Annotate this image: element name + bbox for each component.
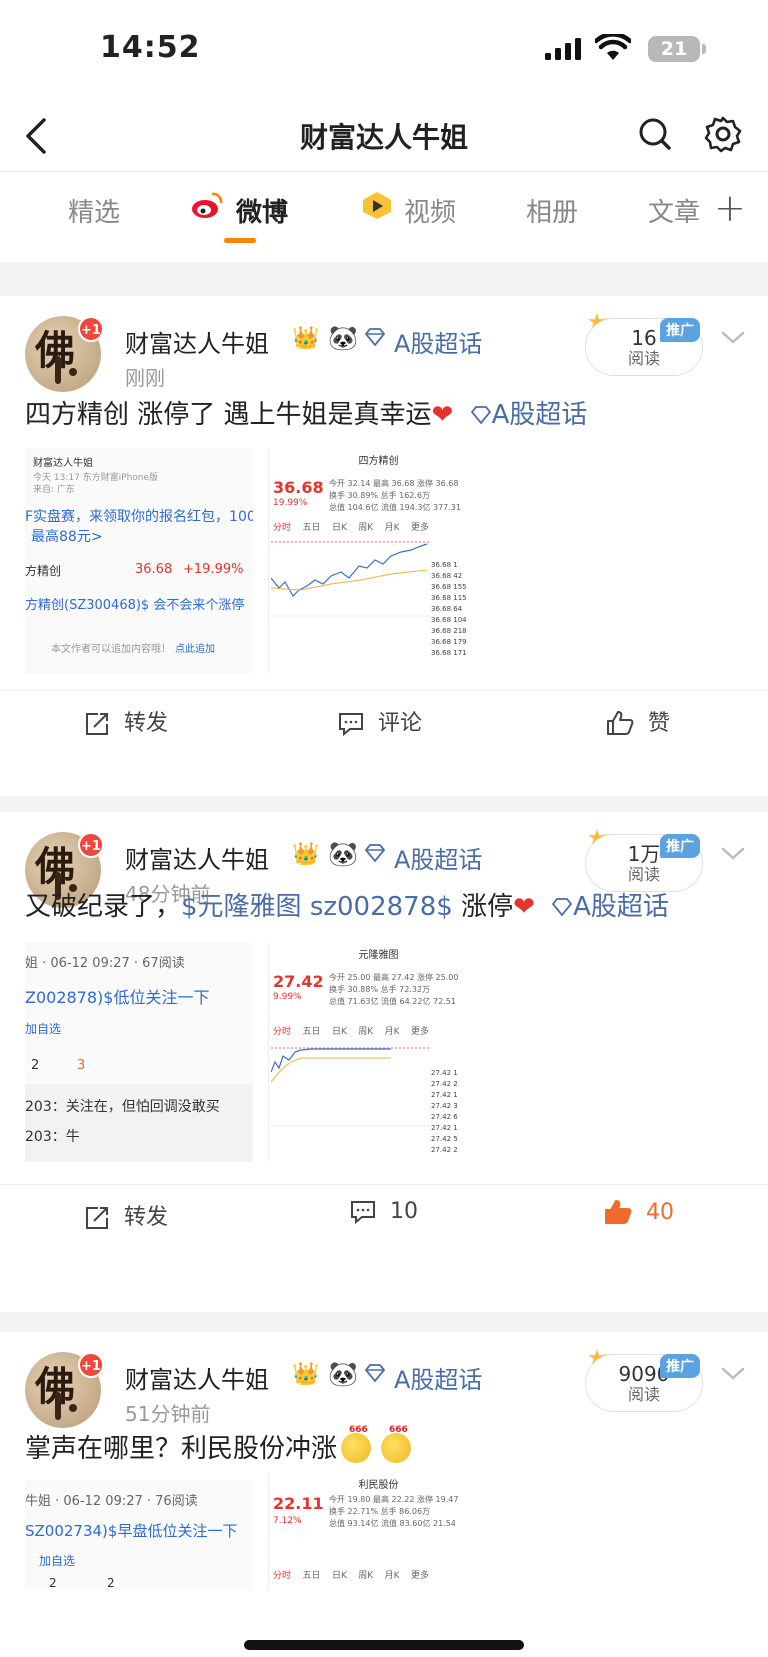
post-time: 刚刚 — [125, 366, 165, 390]
post-image-right[interactable]: 利民股份 22.11 7.12% 今开 19.80 最高 22.22 涨停 19… — [268, 1472, 488, 1590]
comment-button[interactable]: 10 — [350, 1199, 418, 1225]
nav-bar: 财富达人牛姐 — [0, 100, 768, 172]
avatar-badge: +1 — [78, 832, 104, 858]
comment-icon — [351, 1201, 375, 1225]
post-actions: 转发 评论 赞 — [0, 690, 768, 750]
super-topic-link[interactable]: A股超话 — [394, 1360, 482, 1395]
weibo-logo-icon — [192, 192, 223, 218]
repost-icon — [86, 713, 108, 735]
crown-icon: 👑 — [292, 326, 320, 351]
promo-tag[interactable]: 推广 — [660, 318, 700, 342]
tab-weibo[interactable]: 微博 — [236, 192, 288, 229]
diamond-icon — [551, 898, 573, 917]
thumbs-up-icon — [605, 1200, 632, 1224]
crown-icon: 👑 — [292, 842, 320, 867]
wifi-icon — [595, 34, 631, 60]
post-text: 掌声在哪里？利民股份冲涨 — [25, 1425, 412, 1465]
super-topic-link[interactable]: A股超话 — [394, 840, 482, 875]
gear-icon[interactable] — [703, 114, 743, 154]
add-tab-button[interactable]: + — [714, 186, 746, 230]
repost-button[interactable]: 转发 — [84, 1199, 168, 1231]
post-image-right[interactable]: 四方精创 36.68 19.99% 今开 32.14 最高 36.68 涨停 3… — [268, 448, 488, 674]
battery-icon: 21 — [648, 36, 700, 62]
post-image-right[interactable]: 元隆雅图 27.42 9.99% 今开 25.00 最高 27.42 涨停 25… — [268, 942, 488, 1162]
author-name[interactable]: 财富达人牛姐 — [125, 1360, 269, 1395]
crown-icon: 👑 — [292, 1362, 320, 1387]
post-image-left[interactable]: 牛姐 · 06-12 09:27 · 76阅读 SZ002734)$早盘低位关注… — [25, 1480, 253, 1590]
chevron-down-icon[interactable] — [720, 330, 746, 346]
thumbs-up-icon — [607, 711, 634, 735]
comment-icon — [339, 713, 363, 737]
avatar-badge: +1 — [78, 1352, 104, 1378]
tab-album[interactable]: 相册 — [526, 192, 578, 229]
read-label: 阅读 — [627, 865, 660, 884]
home-indicator[interactable] — [244, 1640, 524, 1650]
promo-tag[interactable]: 推广 — [660, 1354, 700, 1378]
topic-link[interactable]: A股超话 — [492, 400, 588, 430]
diamond-icon — [364, 1364, 386, 1382]
promo-tag[interactable]: 推广 — [660, 834, 700, 858]
post-card: 佛 +1 财富达人牛姐 👑 🐼 A股超话 刚刚 ★ 16 阅读 推广 四方精创 … — [0, 296, 768, 796]
avatar-badge: +1 — [78, 316, 104, 342]
post-card: 佛 +1 财富达人牛姐 👑 🐼 A股超话 48分钟前 ★ 1万 阅读 推广 又破… — [0, 812, 768, 1312]
post-actions: 转发 10 40 — [0, 1184, 768, 1244]
read-label: 阅读 — [627, 1385, 660, 1404]
like-button[interactable]: 40 — [604, 1199, 674, 1225]
like-button[interactable]: 赞 — [606, 705, 670, 737]
cellular-signal-icon — [545, 38, 581, 60]
heart-icon: ❤ — [431, 400, 454, 430]
status-time: 14:52 — [100, 30, 201, 65]
post-text: 又破纪录了，$元隆雅图 sz002878$ 涨停❤ A股超话 — [25, 892, 669, 922]
post-text: 四方精创 涨停了 遇上牛姐是真幸运❤ A股超话 — [25, 400, 588, 430]
post-time: 51分钟前 — [125, 1402, 211, 1426]
comment-button[interactable]: 评论 — [338, 705, 422, 737]
666-emoji-icon — [381, 1425, 412, 1463]
read-label: 阅读 — [627, 349, 660, 368]
previous-post-edge — [0, 248, 768, 262]
author-name[interactable]: 财富达人牛姐 — [125, 324, 269, 359]
repost-icon — [86, 1207, 108, 1229]
heart-icon: ❤ — [513, 892, 535, 922]
super-topic-link[interactable]: A股超话 — [394, 324, 482, 359]
chevron-down-icon[interactable] — [720, 846, 746, 862]
diamond-icon — [364, 844, 386, 862]
post-image-left[interactable]: 财富达人牛姐 今天 13:17 东方财富iPhone版 来自: 广东 F实盘赛，… — [25, 448, 253, 674]
tab-jingxuan[interactable]: 精选 — [68, 192, 120, 229]
battery-tip — [702, 44, 706, 54]
tab-video[interactable]: 视频 — [404, 192, 456, 229]
diamond-icon — [364, 328, 386, 346]
topic-link[interactable]: A股超话 — [573, 892, 669, 922]
active-tab-indicator — [224, 238, 256, 243]
666-emoji-icon — [341, 1425, 372, 1463]
post-card: 佛 +1 财富达人牛姐 👑 🐼 A股超话 51分钟前 ★ 9090 阅读 推广 … — [0, 1332, 768, 1657]
diamond-icon — [470, 406, 491, 425]
search-icon[interactable] — [635, 114, 675, 154]
profile-tabs: 精选 微博 视频 相册 文章 + — [0, 172, 768, 248]
video-play-icon — [363, 192, 391, 219]
repost-button[interactable]: 转发 — [84, 705, 168, 737]
panda-icon: 🐼 — [328, 1360, 358, 1388]
tab-articles[interactable]: 文章 — [648, 192, 700, 229]
status-bar: 14:52 21 — [0, 0, 768, 100]
panda-icon: 🐼 — [328, 840, 358, 868]
chevron-down-icon[interactable] — [720, 1366, 746, 1382]
stock-link[interactable]: $元隆雅图 sz002878$ — [181, 892, 453, 922]
post-image-left[interactable]: 姐 · 06-12 09:27 · 67阅读 Z002878)$低位关注一下 加… — [25, 942, 253, 1162]
author-name[interactable]: 财富达人牛姐 — [125, 840, 269, 875]
panda-icon: 🐼 — [328, 324, 358, 352]
